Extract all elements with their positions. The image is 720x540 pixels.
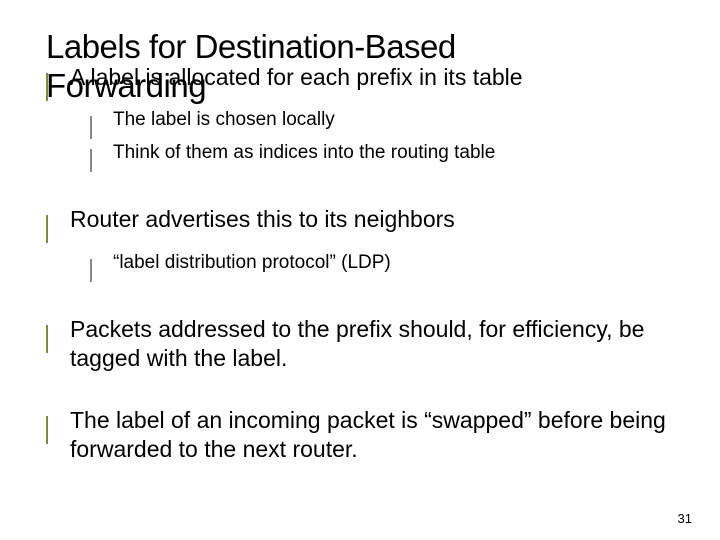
slide-body: A label is allocated for each prefix in … [46,63,674,471]
bullet-text: A label is allocated for each prefix in … [70,63,674,92]
bullet-square-small-icon [90,259,99,283]
bullet-square-icon [46,325,56,354]
bullet-level2: Think of them as indices into the routin… [90,141,674,173]
bullet-square-icon [46,215,56,244]
bullet-square-small-icon [90,116,99,140]
title-line-1: Labels for Destination-Based [46,28,456,65]
bullet-level2: The label is chosen locally [90,108,674,140]
bullet-text: Router advertises this to its neighbors [70,205,674,234]
bullet-level1: A label is allocated for each prefix in … [46,63,674,102]
bullet-level1: Router advertises this to its neighbors [46,205,674,244]
bullet-square-small-icon [90,149,99,173]
slide: Labels for Destination-Based Forwarding … [0,0,720,540]
bullet-level1: Packets addressed to the prefix should, … [46,315,674,374]
bullet-text: Think of them as indices into the routin… [113,141,674,165]
bullet-text: “label distribution protocol” (LDP) [113,251,674,275]
bullet-text: The label of an incoming packet is “swap… [70,406,674,465]
slide-number: 31 [678,511,692,526]
bullet-text: The label is chosen locally [113,108,674,132]
bullet-square-icon [46,416,56,445]
bullet-level2: “label distribution protocol” (LDP) [90,251,674,283]
bullet-text: Packets addressed to the prefix should, … [70,315,674,374]
bullet-square-icon [46,73,56,102]
bullet-level1: The label of an incoming packet is “swap… [46,406,674,465]
